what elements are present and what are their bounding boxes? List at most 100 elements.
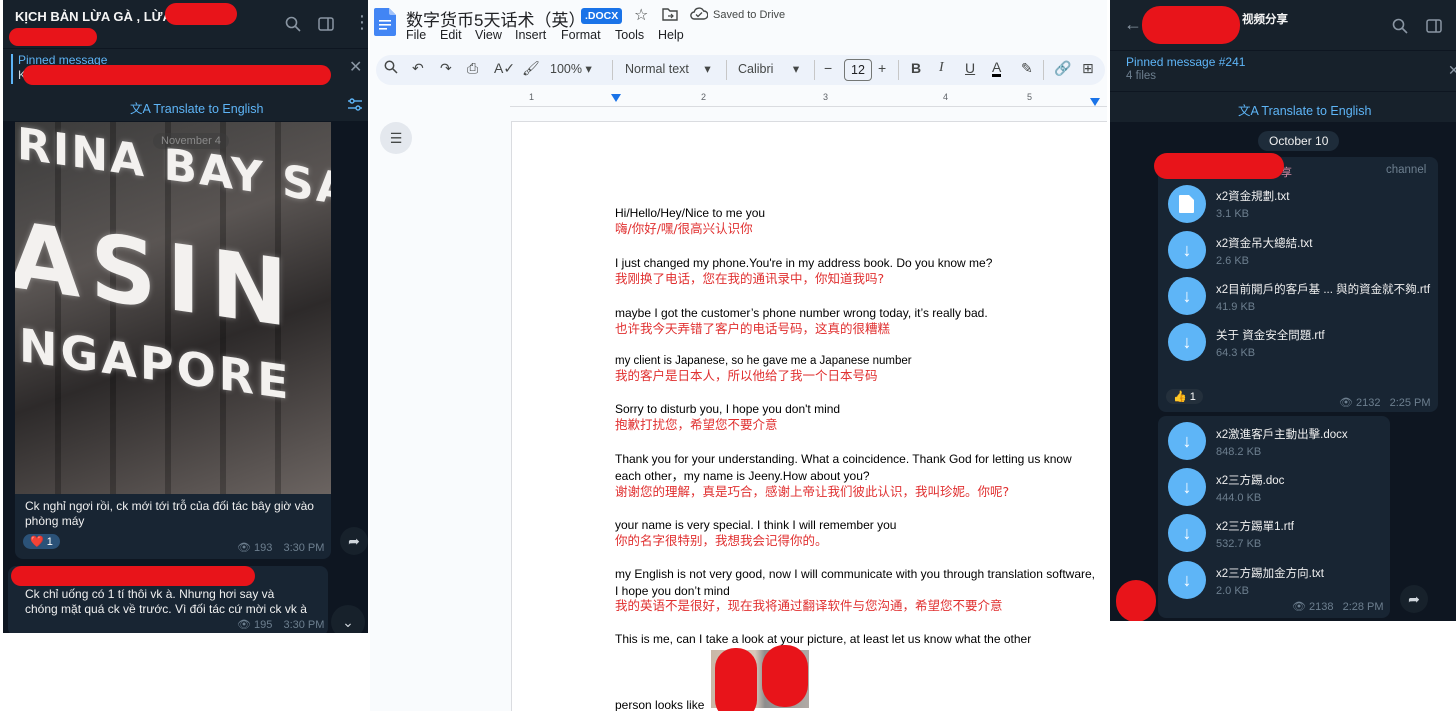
chevron-down-icon[interactable]: ⌄: [331, 605, 365, 633]
chinese-line: 我的英语不是很好，现在我将通过翻译软件与您沟通，希望您不要介意: [615, 598, 1003, 613]
file-name[interactable]: x2激進客戶主動出擊.docx: [1216, 426, 1348, 442]
file-icon[interactable]: [1168, 185, 1206, 223]
chinese-line: 抱歉打扰您，希望您不要介意: [615, 417, 778, 432]
divider: [612, 60, 613, 80]
filter-icon[interactable]: [347, 97, 363, 117]
views-icon: 👁: [237, 542, 255, 554]
close-icon[interactable]: ✕: [349, 60, 362, 76]
menu-file[interactable]: File: [406, 28, 426, 42]
redaction: [762, 645, 808, 707]
increase-font-icon[interactable]: +: [878, 60, 886, 76]
back-arrow-icon[interactable]: ←: [1124, 15, 1142, 33]
download-icon[interactable]: ↓: [1168, 323, 1206, 361]
file-name[interactable]: x2目前開戶的客戶基 ... 與的資金就不夠.rtf: [1216, 281, 1430, 297]
reaction-thumbs-up[interactable]: 👍 1: [1166, 389, 1203, 404]
view-count: 193: [254, 542, 273, 554]
outline-icon[interactable]: ☰: [380, 122, 412, 154]
file-size: 41.9 KB: [1216, 301, 1256, 313]
paragraph-style-select[interactable]: Normal text ▾: [625, 61, 711, 76]
menu-insert[interactable]: Insert: [515, 28, 546, 42]
file-name[interactable]: x2資金規劃.txt: [1216, 188, 1289, 204]
download-icon[interactable]: ↓: [1168, 231, 1206, 269]
font-size-input[interactable]: 12: [844, 59, 872, 81]
redo-icon[interactable]: ↷: [440, 60, 452, 77]
file-size: 3.1 KB: [1216, 208, 1250, 220]
paint-format-icon[interactable]: 🖌: [522, 60, 540, 77]
translate-icon: 文A: [130, 102, 154, 116]
docs-logo-icon[interactable]: [374, 8, 396, 41]
more-icon[interactable]: ⋮: [353, 13, 368, 31]
download-icon[interactable]: ↓: [1168, 422, 1206, 460]
search-menus-icon[interactable]: [384, 60, 398, 77]
menu-format[interactable]: Format: [561, 28, 601, 42]
sidebar-toggle-icon[interactable]: [1426, 18, 1442, 38]
zoom-select[interactable]: 100% ▾: [550, 61, 592, 76]
message-time: 3:30 PM: [283, 619, 325, 631]
redaction: [1154, 153, 1284, 179]
decrease-font-icon[interactable]: −: [824, 60, 832, 76]
bold-icon[interactable]: B: [911, 60, 921, 76]
english-line: your name is very special. I think I wil…: [615, 518, 897, 532]
menu-help[interactable]: Help: [658, 28, 684, 42]
menu-view[interactable]: View: [475, 28, 502, 42]
english-line: my client is Japanese, so he gave me a J…: [615, 355, 912, 367]
print-icon[interactable]: ⎙: [467, 60, 478, 77]
close-icon[interactable]: ✕: [1448, 62, 1456, 78]
undo-icon[interactable]: ↶: [412, 60, 424, 77]
chinese-line: 你的名字很特别，我想我会记得你的。: [615, 533, 828, 548]
chinese-line: 也许我今天弄错了客户的电话号码，这真的很糟糕: [615, 321, 891, 336]
italic-icon[interactable]: I: [939, 60, 944, 76]
file-size: 64.3 KB: [1216, 347, 1256, 359]
message-time: 2:25 PM: [1389, 397, 1431, 409]
view-count: 195: [254, 619, 273, 631]
search-icon[interactable]: [285, 16, 301, 36]
redaction: [715, 648, 757, 711]
divider: [1043, 60, 1044, 80]
sidebar-toggle-icon[interactable]: [318, 16, 334, 36]
link-icon[interactable]: 🔗: [1054, 60, 1071, 77]
underline-icon[interactable]: U: [965, 60, 975, 76]
redaction: [1142, 6, 1240, 44]
views-icon: 👁: [1339, 397, 1357, 409]
text-color-icon[interactable]: A: [992, 60, 1002, 77]
spellcheck-icon[interactable]: A✓: [494, 60, 515, 77]
file-name[interactable]: x2三方踢.doc: [1216, 472, 1284, 488]
english-line: I just changed my phone.You're in my add…: [615, 256, 993, 270]
font-select[interactable]: Calibri ▾: [738, 61, 799, 76]
download-icon[interactable]: ↓: [1168, 514, 1206, 552]
divider: [898, 60, 899, 80]
reaction-heart[interactable]: ❤️ 1: [23, 534, 60, 549]
casino-photo[interactable]: RINA BAY SA ASIN NGAPORE: [15, 122, 331, 494]
ruler[interactable]: [510, 92, 1107, 107]
pinned-sub: 4 files: [1126, 70, 1157, 82]
english-line: Thank you for your understanding. What a…: [615, 452, 1072, 483]
download-icon[interactable]: ↓: [1168, 561, 1206, 599]
forward-icon[interactable]: ➦: [340, 527, 368, 555]
move-folder-icon[interactable]: [662, 7, 678, 26]
ruler-number: 3: [823, 92, 829, 102]
chevron-down-icon: ▾: [792, 62, 800, 76]
ruler-number: 4: [943, 92, 949, 102]
file-name[interactable]: x2資金吊大總結.txt: [1216, 235, 1312, 251]
translate-to-english-button[interactable]: 文A Translate to English: [130, 98, 263, 117]
message-time: 2:28 PM: [1342, 601, 1384, 613]
translate-to-english-button[interactable]: 文A Translate to English: [1238, 100, 1371, 119]
download-icon[interactable]: ↓: [1168, 277, 1206, 315]
highlight-icon[interactable]: ✎: [1021, 60, 1033, 77]
comment-icon[interactable]: ⊞: [1082, 60, 1094, 77]
message-text: Ck nghỉ ngơi rồi, ck mới tới trỗ của đối…: [25, 499, 314, 528]
file-name[interactable]: 关于 資金安全問題.rtf: [1216, 327, 1325, 343]
menu-tools[interactable]: Tools: [615, 28, 644, 42]
file-name[interactable]: x2三方踢單1.rtf: [1216, 518, 1294, 534]
redaction: [9, 28, 97, 46]
menu-edit[interactable]: Edit: [440, 28, 462, 42]
english-line: person looks like: [615, 698, 705, 711]
forward-icon[interactable]: ➦: [1400, 585, 1428, 613]
file-name[interactable]: x2三方踢加金方向.txt: [1216, 565, 1324, 581]
chinese-line: 我的客户是日本人，所以他给了我一个日本号码: [615, 368, 878, 383]
search-icon[interactable]: [1392, 18, 1408, 38]
star-icon[interactable]: ☆: [634, 5, 648, 25]
translate-label: Translate to English: [153, 102, 264, 116]
chat-title[interactable]: 视频分享: [1242, 11, 1288, 27]
download-icon[interactable]: ↓: [1168, 468, 1206, 506]
